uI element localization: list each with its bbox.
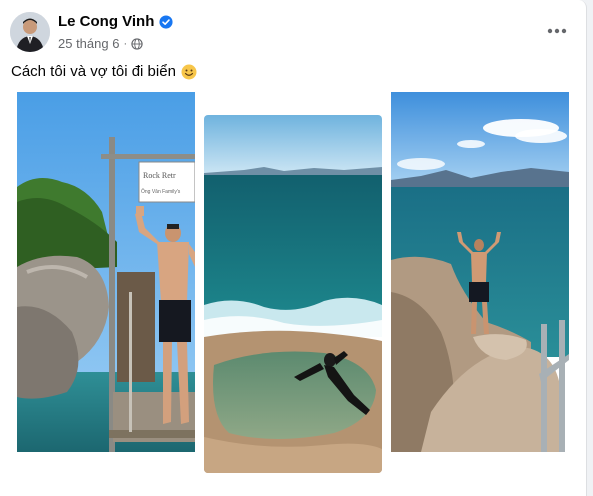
photo-rock-pier[interactable]: Rock Retr Ông Vân Family's [17, 92, 195, 452]
smiling-face-emoji-icon [181, 64, 197, 79]
author-name[interactable]: Le Cong Vinh [58, 13, 154, 30]
sign-text-line-1: Rock Retr [143, 171, 176, 180]
post-timestamp[interactable]: 25 tháng 6 [58, 36, 119, 51]
photo-rock-ocean-image [391, 92, 569, 452]
meta-separator: · [123, 37, 128, 50]
verified-badge-icon [159, 14, 173, 29]
author-avatar[interactable] [10, 12, 50, 52]
post-meta: 25 tháng 6 · [58, 36, 143, 51]
more-options-button[interactable] [541, 17, 573, 45]
globe-icon[interactable] [131, 37, 143, 50]
author-row: Le Cong Vinh [58, 13, 173, 30]
post-card: Le Cong Vinh 25 tháng 6 · Cách tôi và vợ… [0, 0, 587, 496]
more-options-icon [547, 28, 567, 34]
avatar-image [10, 12, 50, 52]
photo-rock-pier-image: Rock Retr Ông Vân Family's [17, 92, 195, 452]
caption-text: Cách tôi và vợ tôi đi biển [11, 63, 176, 80]
sign-text-line-2: Ông Vân Family's [141, 188, 181, 195]
photo-sea-water[interactable] [204, 115, 382, 473]
photo-sea-water-image [204, 115, 382, 473]
post-caption: Cách tôi và vợ tôi đi biển [11, 63, 197, 80]
photo-rock-ocean[interactable] [391, 92, 569, 452]
